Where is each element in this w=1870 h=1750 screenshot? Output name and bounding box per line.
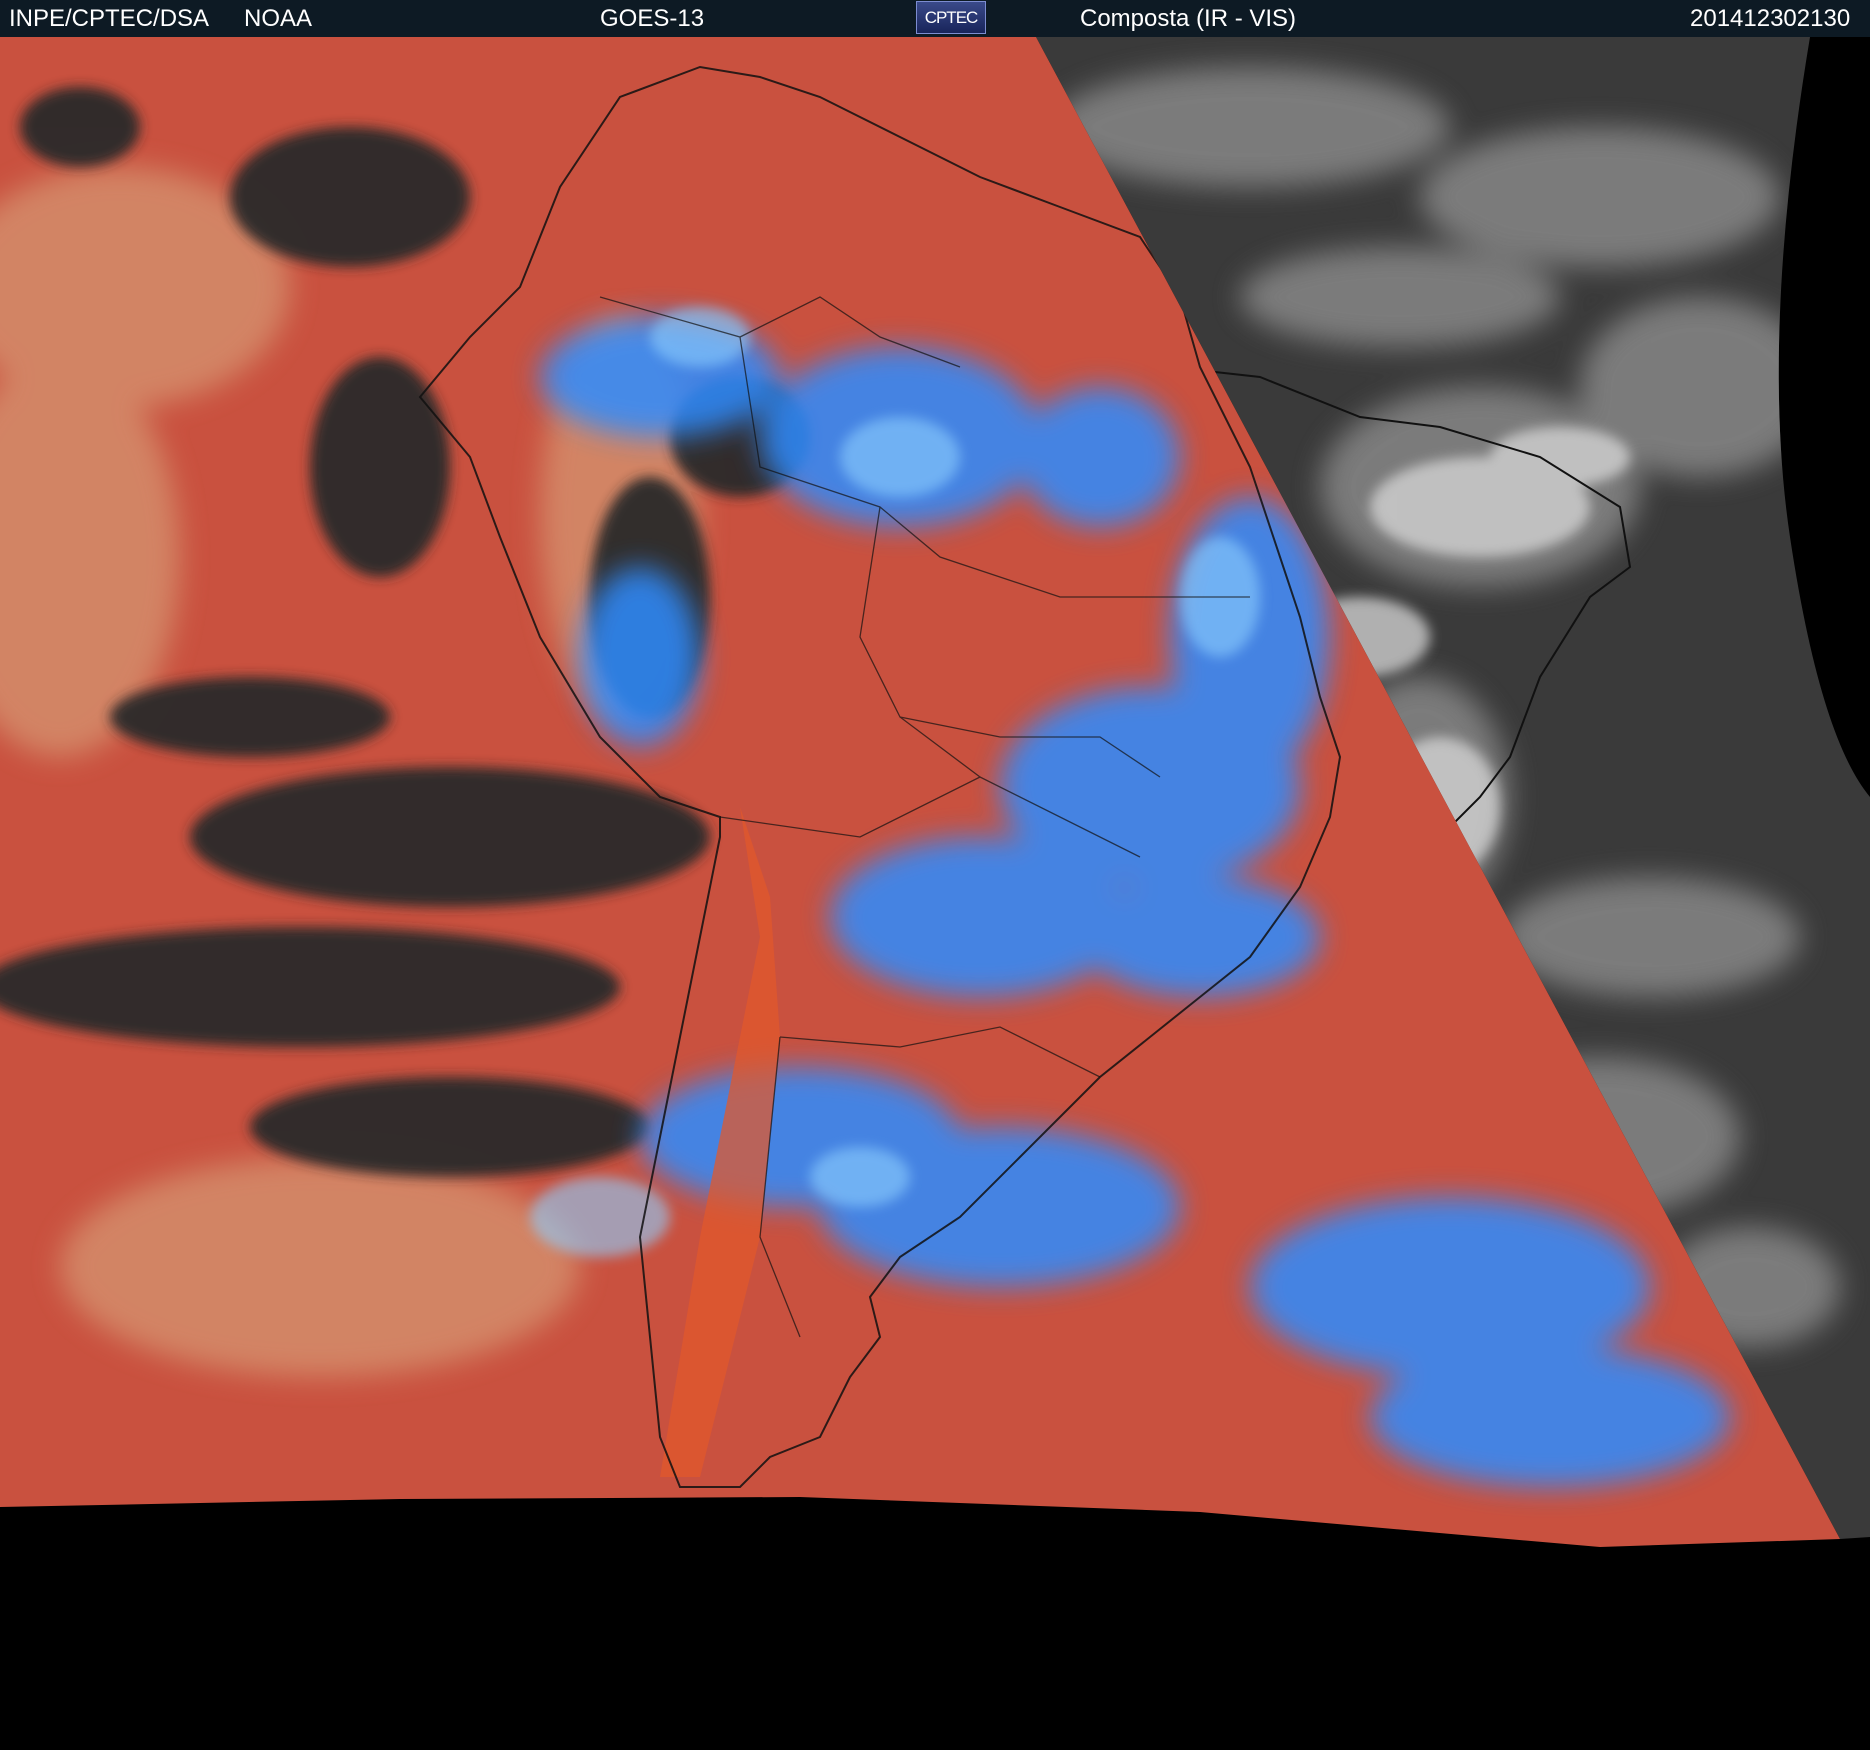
- cptec-logo: CPTEC: [916, 1, 986, 34]
- agency-label: NOAA: [244, 5, 313, 32]
- satellite-label: GOES-13: [600, 5, 705, 32]
- image-header-bar: INPE/CPTEC/DSA NOAA GOES-13 CPTEC Compos…: [0, 0, 1870, 37]
- timestamp-label: 201412302130: [1690, 5, 1851, 32]
- product-label: Composta (IR - VIS): [1080, 5, 1297, 32]
- institution-label: INPE/CPTEC/DSA: [9, 5, 210, 32]
- satellite-image: [0, 37, 1870, 1750]
